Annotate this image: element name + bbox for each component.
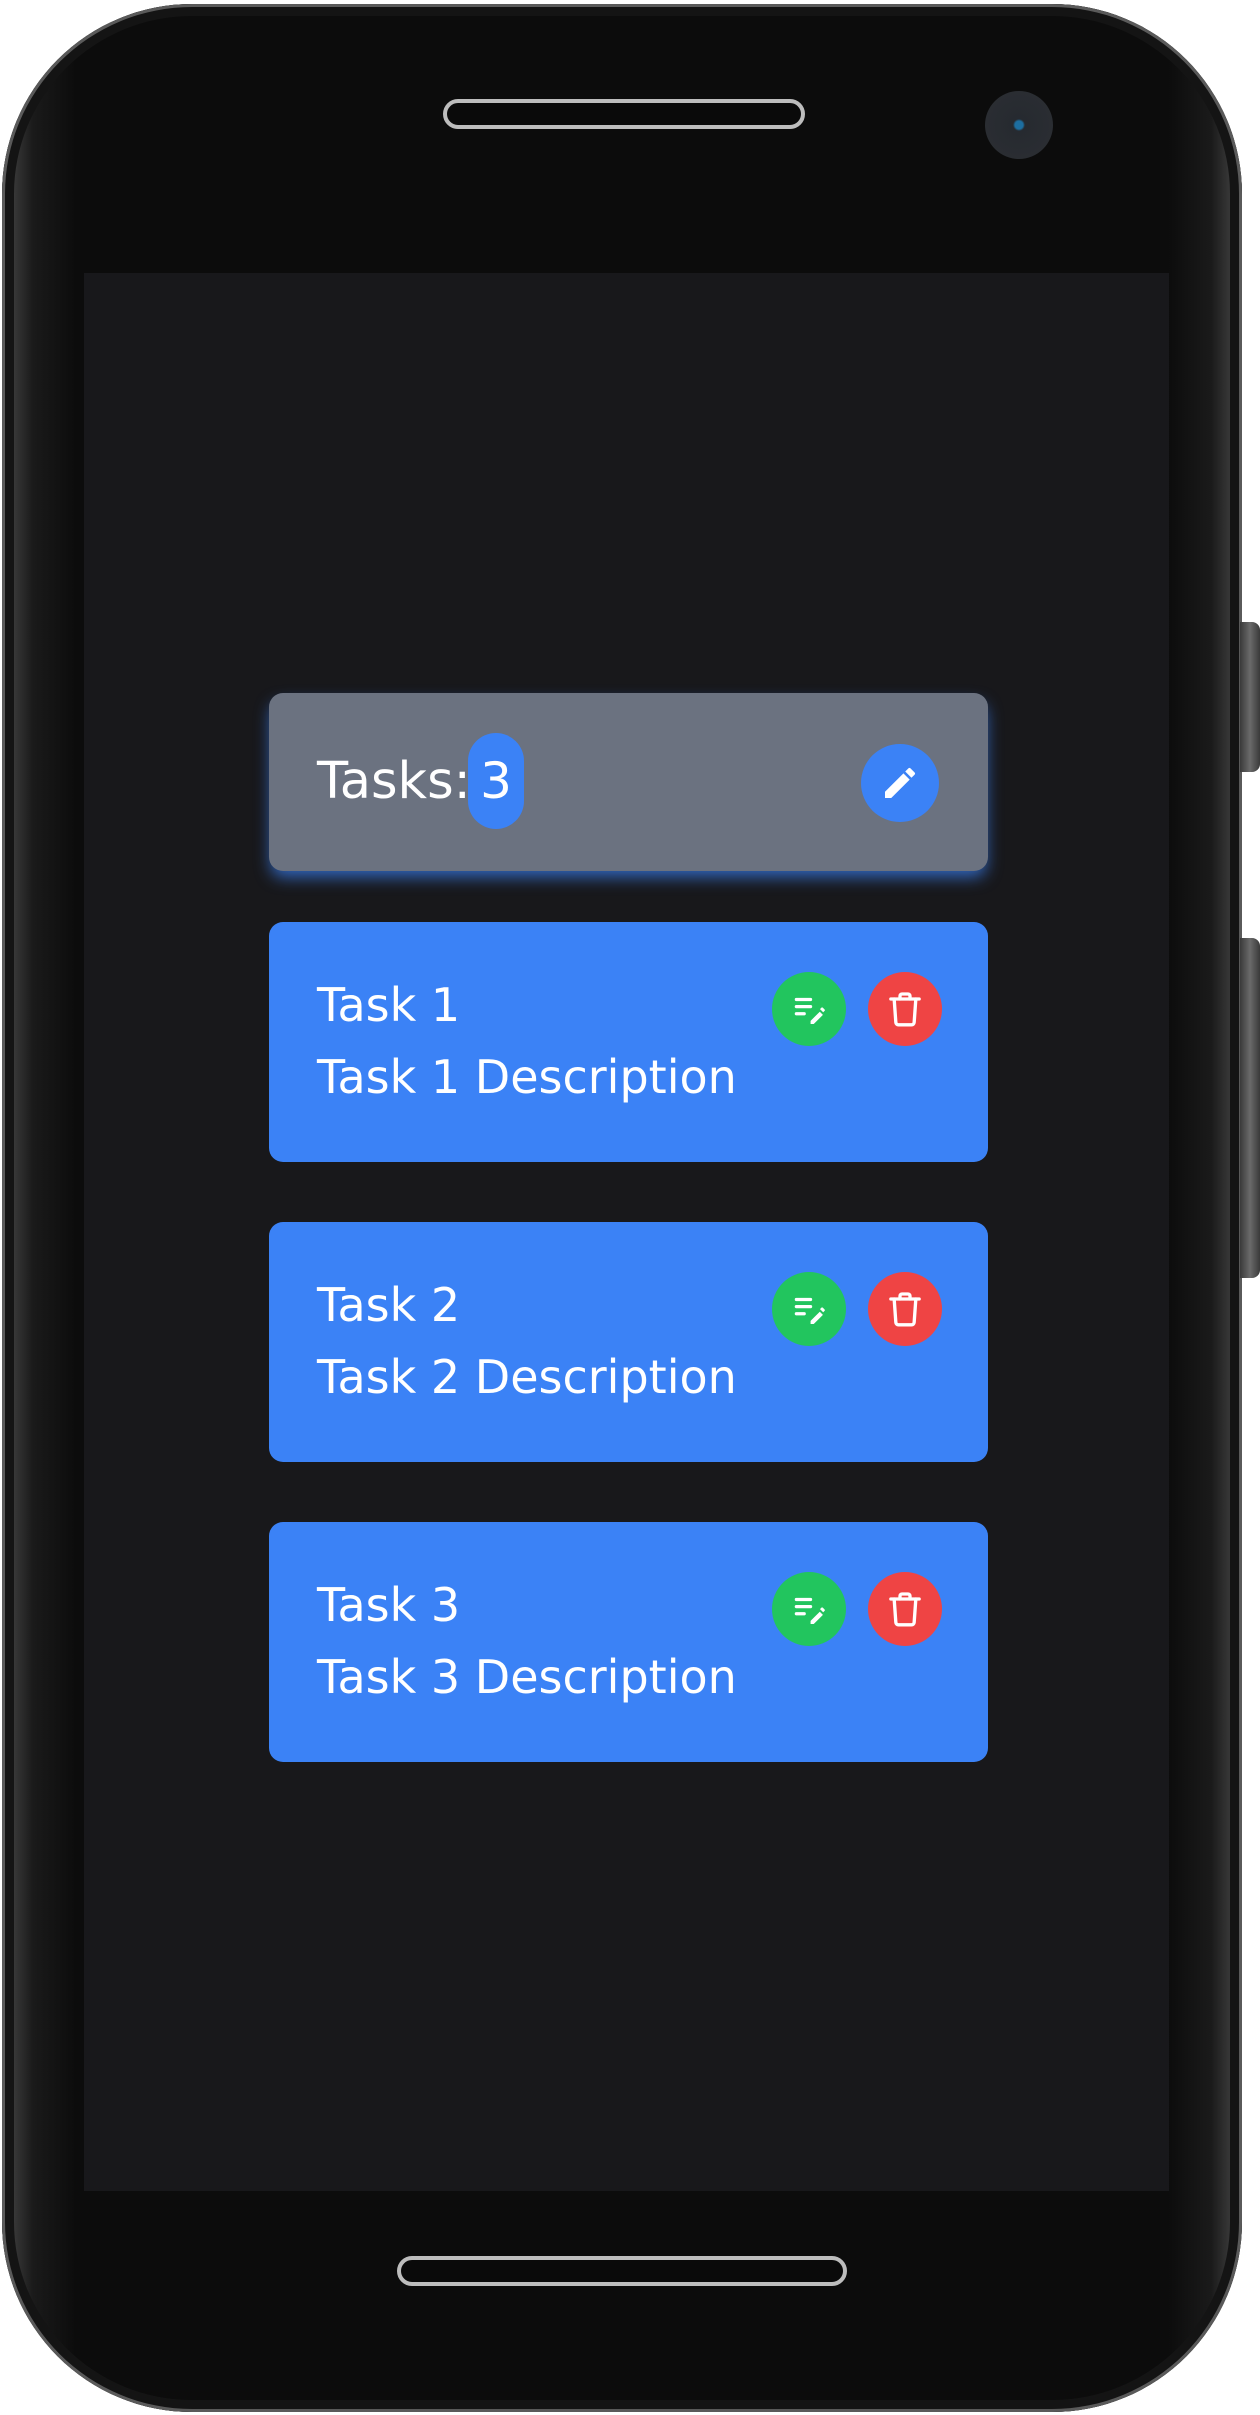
- pencil-icon: [880, 763, 920, 803]
- edit-tasks-button[interactable]: [861, 744, 939, 822]
- edit-task-button[interactable]: [772, 972, 846, 1046]
- task-title: Task 2: [317, 1278, 461, 1332]
- task-description: Task 1 Description: [317, 1050, 737, 1104]
- edit-task-button[interactable]: [772, 1572, 846, 1646]
- phone-volume-button: [1240, 622, 1260, 772]
- task-title: Task 3: [317, 1578, 461, 1632]
- task-count-header: Tasks: 3: [269, 693, 988, 871]
- task-card[interactable]: Task 2 Task 2 Description: [269, 1222, 988, 1462]
- delete-task-button[interactable]: [868, 972, 942, 1046]
- delete-task-button[interactable]: [868, 1272, 942, 1346]
- task-title: Task 1: [317, 978, 461, 1032]
- phone-speaker-grille: [397, 2256, 847, 2286]
- trash-icon: [885, 1589, 925, 1629]
- task-description: Task 2 Description: [317, 1350, 737, 1404]
- edit-task-button[interactable]: [772, 1272, 846, 1346]
- tasks-label: Tasks:: [317, 752, 471, 811]
- edit-note-icon: [790, 1590, 828, 1628]
- edit-note-icon: [790, 1290, 828, 1328]
- app-screen: Tasks: 3 Task 1 Task 1 Description Task …: [84, 273, 1169, 2191]
- trash-icon: [885, 1289, 925, 1329]
- phone-earpiece: [443, 99, 805, 129]
- edit-note-icon: [790, 990, 828, 1028]
- phone-power-button: [1240, 938, 1260, 1278]
- task-count-badge: 3: [468, 733, 524, 829]
- task-card[interactable]: Task 3 Task 3 Description: [269, 1522, 988, 1762]
- task-description: Task 3 Description: [317, 1650, 737, 1704]
- delete-task-button[interactable]: [868, 1572, 942, 1646]
- trash-icon: [885, 989, 925, 1029]
- front-camera: [985, 91, 1053, 159]
- task-card[interactable]: Task 1 Task 1 Description: [269, 922, 988, 1162]
